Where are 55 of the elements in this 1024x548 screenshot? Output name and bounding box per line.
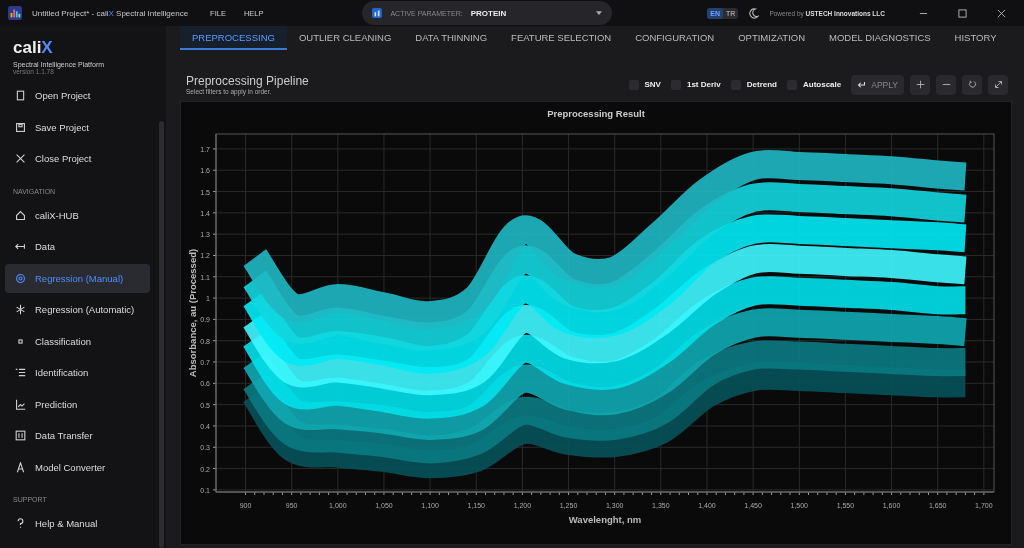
letter-icon [15, 461, 26, 473]
tab[interactable]: DATA THINNING [403, 26, 500, 50]
document-icon [15, 90, 26, 101]
window-title: Untitled Project* - caliX Spectral Intelligence [32, 8, 189, 18]
moon-icon[interactable] [748, 7, 760, 19]
tab[interactable]: MODEL DIAGNOSTICS [817, 26, 943, 50]
filter-label: Detrend [746, 80, 777, 89]
tab[interactable]: HISTORY [942, 26, 1009, 50]
filter-label: Autoscale [803, 80, 842, 89]
sidebar-item[interactable]: Regression (Automatic) [5, 295, 150, 324]
sidebar-item[interactable]: Help & Manual [5, 509, 150, 538]
x-axis-label: Wavelenght, nm [568, 514, 642, 525]
tab[interactable]: OUTLIER CLEANING [286, 26, 404, 50]
arrow-icon [15, 241, 26, 252]
tab[interactable]: CONFIGURATION [623, 26, 727, 50]
sidebar-item[interactable]: Data [5, 232, 150, 261]
maximize-icon[interactable] [958, 8, 967, 18]
filter-label: SNV [644, 80, 661, 89]
app-logo-icon [8, 6, 22, 20]
asterisk-icon [15, 304, 26, 315]
reset-button[interactable] [962, 74, 982, 95]
zoom-in-button[interactable] [910, 74, 930, 95]
sidebar-item[interactable]: Close Project [5, 144, 150, 173]
fullscreen-button[interactable] [988, 74, 1008, 95]
close-icon [15, 153, 26, 164]
filter-label: 1st Deriv [686, 80, 721, 89]
sidebar-item[interactable]: Open Project [5, 81, 150, 110]
caret-icon [596, 11, 603, 15]
sidebar-item[interactable]: Save Project [5, 112, 150, 142]
tab[interactable]: PREPROCESSING [180, 26, 287, 50]
sidebar-item[interactable]: Regression (Manual) [5, 263, 150, 293]
sidebar-item[interactable]: Prediction [5, 389, 150, 419]
return-icon [857, 80, 867, 89]
sidebar-item[interactable]: Classification [5, 326, 150, 356]
expand-icon [993, 80, 1003, 89]
sidebar-item[interactable]: Model Converter [5, 452, 150, 482]
close-icon[interactable] [997, 8, 1006, 18]
sidebar-item[interactable]: Identification [5, 358, 150, 387]
scrollbar[interactable] [159, 121, 164, 548]
home-icon [15, 209, 26, 221]
chart-icon [372, 8, 383, 18]
app-logo: caliX [12, 38, 54, 58]
tab[interactable]: OPTIMIZATION [726, 26, 818, 50]
y-axis-label: Absorbance, au (Processed) [187, 248, 198, 378]
save-icon [15, 121, 26, 133]
section-title: Preprocessing Pipeline [186, 74, 309, 88]
chart-icon [15, 398, 26, 410]
chart-title: Preprocessing Result [547, 107, 645, 121]
sidebar-item[interactable]: caliX-HUB [5, 200, 150, 230]
tab[interactable]: FEATURE SELECTION [499, 26, 624, 50]
reset-icon [967, 80, 977, 89]
help-icon [15, 518, 26, 529]
list-icon [15, 367, 26, 378]
plus-icon [915, 80, 925, 89]
sidebar-item[interactable]: Data Transfer [5, 421, 150, 450]
